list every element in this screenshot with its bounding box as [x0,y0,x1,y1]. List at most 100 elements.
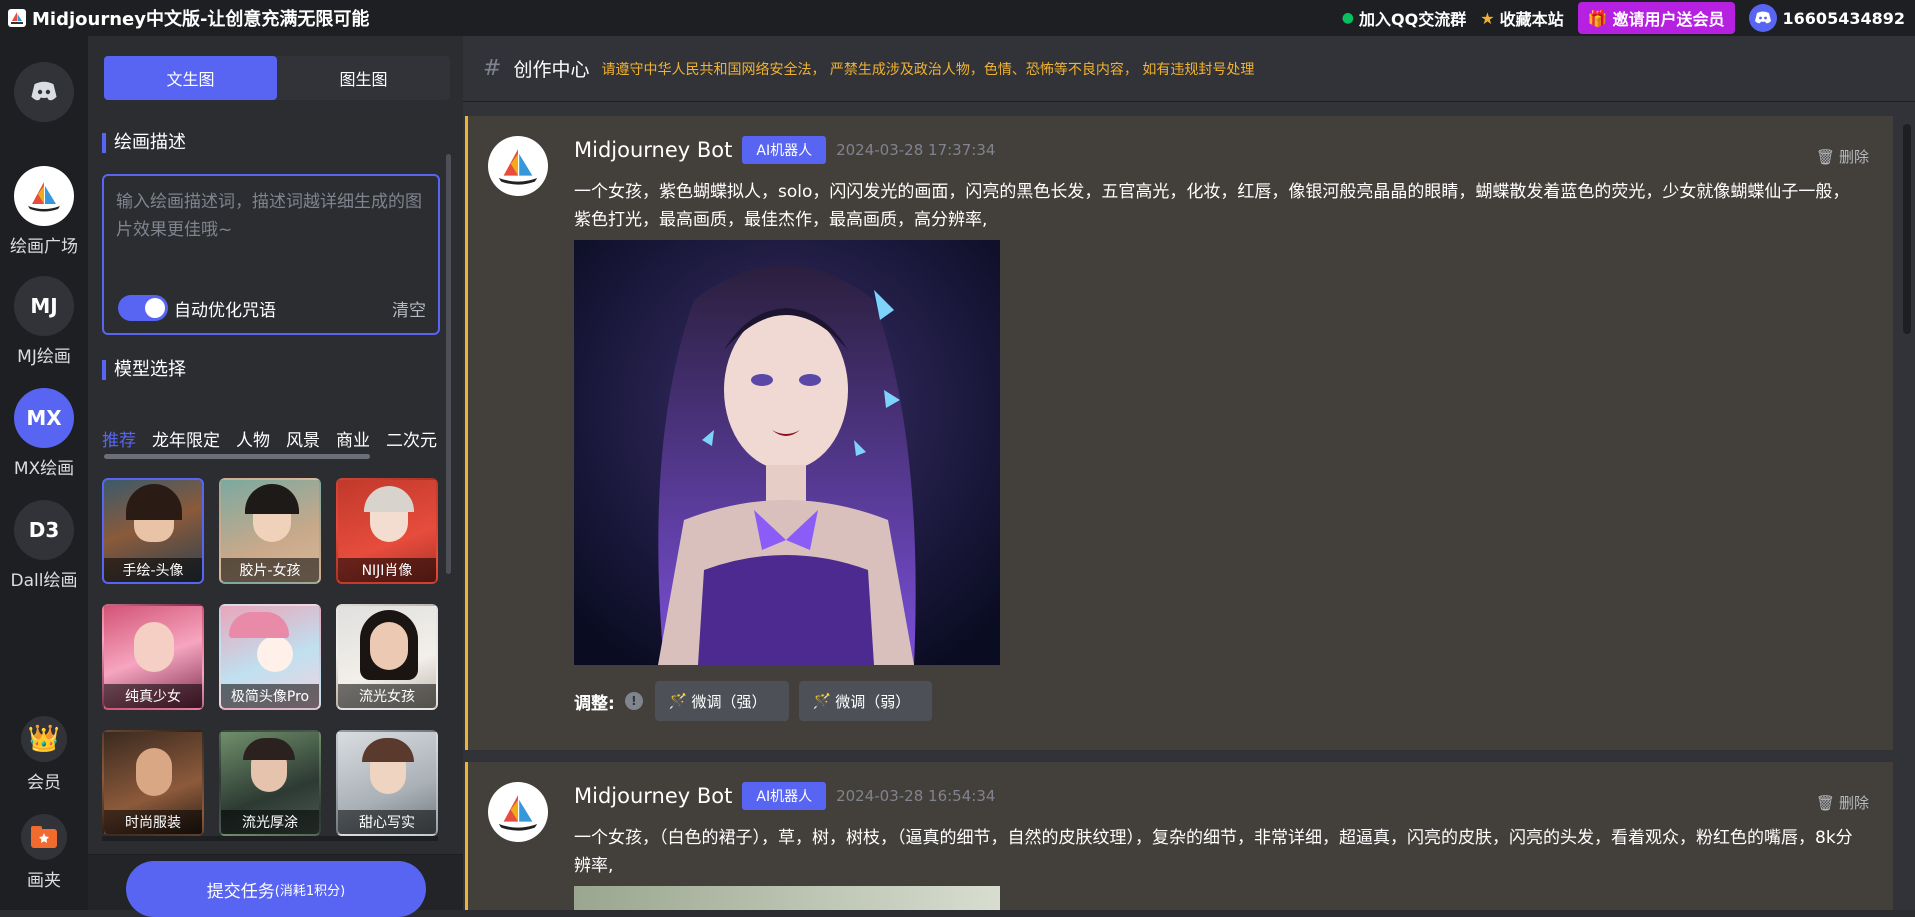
mode-tabs: 文生图 图生图 [104,56,450,100]
bot-tag: AI机器人 [742,782,827,810]
user-menu[interactable]: 16605434892 [1748,4,1905,32]
nav-label-mj: MJ绘画 [17,347,71,367]
prompt-input[interactable] [116,188,426,268]
wechat-icon: ● [1341,10,1355,26]
model-caption: 流光女孩 [338,684,436,708]
prompt-box: 自动优化咒语 清空 [102,174,440,335]
category-tab[interactable]: 二次元 [386,426,437,450]
brand[interactable]: Midjourney中文版-让创意充满无限可能 [0,5,369,31]
tab-image-to-image[interactable]: 图生图 [277,56,450,100]
message-card: Midjourney Bot AI机器人 2024-03-28 17:37:34… [465,116,1893,750]
bot-avatar [488,782,548,842]
bot-tag: AI机器人 [742,136,827,164]
generated-image[interactable] [574,886,1000,910]
app-title: Midjourney中文版-让创意充满无限可能 [32,9,370,30]
nav-member[interactable]: 👑 会员 [0,716,88,793]
refine-strong-label: 微调（强） [691,692,767,711]
category-tab[interactable]: 人物 [236,426,270,450]
prompt-text: 一个女孩，紫色蝴蝶拟人，solo，闪闪发光的画面，闪亮的黑色长发，五官高光，化妆… [574,182,1850,230]
folder-icon [21,814,67,860]
prompt-section-title: 绘画描述 [102,133,186,153]
content-notice: 请遵守中华人民共和国网络安全法， 严禁生成涉及政治人物，色情、恐怖等不良内容， … [601,61,1255,78]
info-icon[interactable]: ! [624,692,643,710]
generated-image[interactable] [574,240,1000,665]
message-time: 2024-03-28 16:54:34 [836,787,996,805]
model-caption: 流光厚涂 [221,810,319,834]
category-tab[interactable]: 商业 [336,426,370,450]
refine-weak-button[interactable]: 🪄 微调（弱） [798,681,933,721]
model-caption: 极简头像Pro [221,684,319,708]
discord-avatar-icon [1748,4,1777,32]
nav-label-mx: MX绘画 [13,459,75,479]
delete-label: 删除 [1838,794,1869,812]
bookmark-link[interactable]: ★ 收藏本站 [1480,6,1563,30]
nav-mx[interactable]: MX MX绘画 [0,388,88,479]
category-tab[interactable]: 龙年限定 [152,426,220,450]
nav-label-folder: 画夹 [27,871,61,891]
gift-icon: 🎁 [1587,8,1608,28]
mx-badge: MX [14,388,74,448]
message-card: Midjourney Bot AI机器人 2024-03-28 16:54:34… [465,762,1893,910]
model-card[interactable]: 极简头像Pro [219,604,321,710]
hash-icon: # [483,56,502,81]
model-grid: 手绘-头像 胶片-女孩 NIJI肖像 纯真少女 极简头像Pro 流光女孩 时尚服… [102,478,438,836]
crown-icon: 👑 [21,716,67,762]
user-id: 16605434892 [1782,8,1905,28]
model-caption: 时尚服装 [104,810,202,834]
nav-discord[interactable] [0,62,88,122]
magic-wand-icon: 🪄 [812,692,832,710]
model-caption: 胶片-女孩 [221,558,319,582]
delete-label: 删除 [1838,148,1869,166]
panel-scrollbar[interactable] [446,154,451,574]
model-card[interactable]: 胶片-女孩 [219,478,321,584]
auto-optimize-label: 自动优化咒语 [174,300,276,321]
model-card[interactable]: 流光女孩 [336,604,438,710]
nav-dall[interactable]: D3 Dall绘画 [0,500,88,591]
clear-button[interactable]: 清空 [392,296,426,321]
category-scrollbar[interactable] [104,454,370,459]
message-time: 2024-03-28 17:37:34 [836,141,996,159]
model-card[interactable]: 甜心写实 [336,730,438,836]
qq-group-label: 加入QQ交流群 [1359,10,1467,29]
refine-strong-button[interactable]: 🪄 微调（强） [654,681,789,721]
bot-name: Midjourney Bot [574,784,733,808]
main-title: 创作中心 [513,59,590,81]
left-nav: 绘画广场 MJ MJ绘画 MX MX绘画 D3 Dall绘画 👑 会员 画夹 [0,36,88,910]
message-feed: Midjourney Bot AI机器人 2024-03-28 17:37:34… [463,116,1893,910]
delete-button[interactable]: 🗑 删除 [1816,146,1869,167]
category-tab[interactable]: 风景 [286,426,320,450]
submit-area: 提交任务 (消耗1积分) [88,854,463,917]
bot-name: Midjourney Bot [574,138,733,162]
discord-icon [14,62,74,122]
main-area: # 创作中心 请遵守中华人民共和国网络安全法， 严禁生成涉及政治人物，色情、恐怖… [463,36,1915,910]
bookmark-label: 收藏本站 [1499,10,1564,29]
tab-text-to-image[interactable]: 文生图 [104,56,277,100]
page-scrollbar[interactable] [1903,124,1911,334]
submit-task-button[interactable]: 提交任务 (消耗1积分) [126,861,426,917]
nav-folder[interactable]: 画夹 [0,814,88,891]
sailboat-logo-icon [8,9,26,27]
delete-button[interactable]: 🗑 删除 [1816,792,1869,813]
model-card[interactable]: 纯真少女 [102,604,204,710]
invite-button[interactable]: 🎁 邀请用户送会员 [1577,2,1735,34]
model-caption: NIJI肖像 [338,558,436,582]
nav-label-gallery: 绘画广场 [10,237,78,257]
model-categories: 推荐 龙年限定 人物 风景 商业 二次元 [102,426,442,450]
nav-mj[interactable]: MJ MJ绘画 [0,276,88,367]
model-card[interactable]: 时尚服装 [102,730,204,836]
model-card[interactable]: NIJI肖像 [336,478,438,584]
top-bar: Midjourney中文版-让创意充满无限可能 ● 加入QQ交流群 ★ 收藏本站… [0,0,1915,36]
invite-label: 邀请用户送会员 [1612,10,1725,29]
qq-group-link[interactable]: ● 加入QQ交流群 [1342,6,1466,30]
submit-label: 提交任务 [206,881,275,902]
model-grid-scrollbar[interactable] [102,836,438,841]
model-card[interactable]: 手绘-头像 [102,478,204,584]
category-tab[interactable]: 推荐 [102,426,136,450]
model-card[interactable]: 流光厚涂 [219,730,321,836]
model-section-title: 模型选择 [102,360,186,380]
prompt-text: 一个女孩，（白色的裙子），草，树，树枝，（逼真的细节，自然的皮肤纹理），复杂的细… [574,828,1853,876]
auto-optimize-toggle[interactable] [118,295,168,321]
nav-gallery[interactable]: 绘画广场 [0,166,88,257]
bot-avatar [488,136,548,196]
model-caption: 纯真少女 [104,684,202,708]
